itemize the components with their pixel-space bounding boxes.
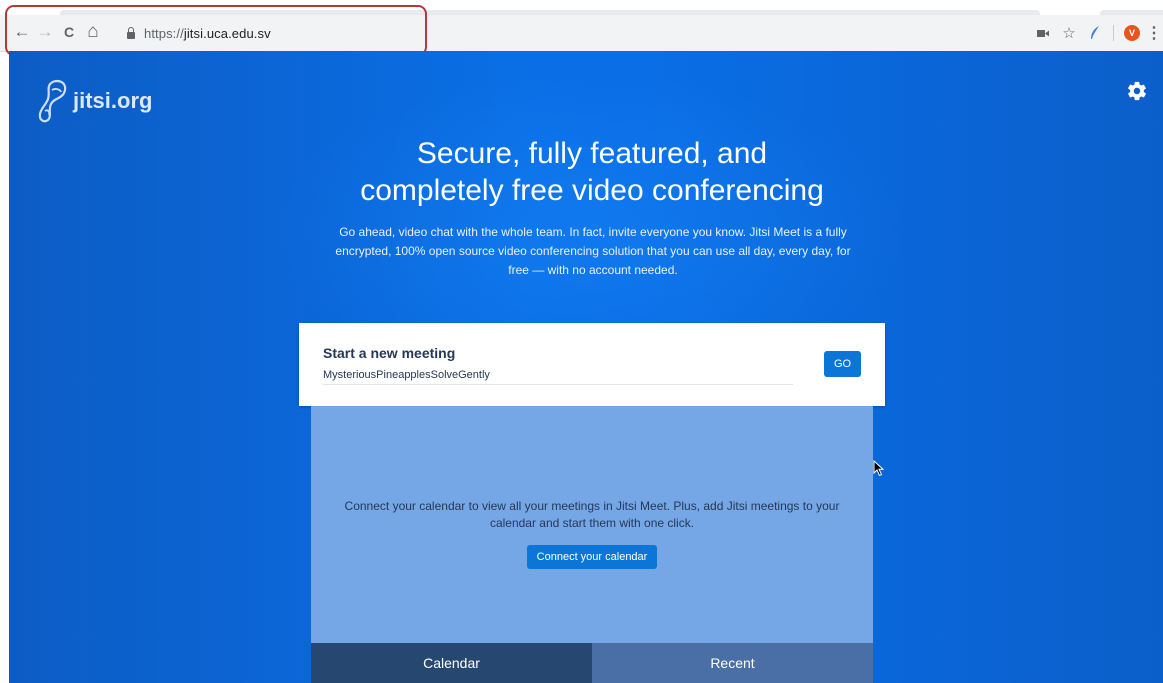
profile-initial: V — [1124, 25, 1140, 41]
jitsi-page: jitsi.org Secure, fully featured, and co… — [9, 51, 1163, 683]
browser-tabstrip — [0, 0, 1163, 15]
jitsi-logo-icon — [38, 79, 67, 123]
calendar-message: Connect your calendar to view all your m… — [344, 499, 840, 530]
lock-icon[interactable] — [126, 27, 136, 39]
calendar-panel: Connect your calendar to view all your m… — [311, 406, 873, 643]
reload-icon[interactable]: C — [58, 21, 80, 43]
back-icon[interactable]: ← — [11, 21, 33, 43]
tab-recent[interactable]: Recent — [592, 643, 873, 683]
extension-feather-icon[interactable] — [1082, 20, 1108, 46]
headline-line-1: Secure, fully featured, and — [416, 137, 768, 170]
address-bar[interactable]: https://jitsi.uca.edu.sv — [112, 19, 1037, 47]
hero-subtext: Go ahead, video chat with the whole team… — [335, 225, 851, 277]
url-host: jitsi.uca.edu.sv — [183, 25, 271, 41]
toolbar-right-icons: ☆ V ⋮ — [1030, 15, 1163, 51]
logo-text: jitsi.org — [73, 88, 153, 113]
profile-avatar[interactable]: V — [1119, 20, 1145, 46]
jitsi-logo[interactable]: jitsi.org — [37, 78, 152, 124]
camera-icon[interactable] — [1030, 20, 1056, 46]
headline-line-2: completely free video conferencing — [360, 174, 824, 207]
go-button[interactable]: GO — [824, 351, 861, 377]
star-icon[interactable]: ☆ — [1056, 20, 1082, 46]
menu-icon[interactable]: ⋮ — [1145, 20, 1163, 46]
toolbar-separator — [1113, 25, 1114, 41]
forward-icon[interactable]: → — [34, 21, 56, 43]
meeting-tabs: Calendar Recent — [311, 643, 873, 683]
connect-calendar-button[interactable]: Connect your calendar — [527, 545, 657, 569]
start-meeting-title: Start a new meeting — [323, 345, 456, 361]
settings-gear-icon[interactable] — [1126, 80, 1148, 102]
room-name-input[interactable] — [323, 366, 793, 385]
url-scheme: https:// — [144, 25, 184, 41]
start-meeting-card: Start a new meeting GO — [299, 323, 885, 406]
hero-headline: Secure, fully featured, and completely f… — [209, 135, 975, 209]
mouse-cursor-icon — [873, 459, 885, 482]
browser-toolbar: ← → C ⌂ https://jitsi.uca.edu.sv ☆ V ⋮ — [0, 15, 1163, 52]
tab-calendar[interactable]: Calendar — [311, 643, 592, 683]
url-text[interactable]: https://jitsi.uca.edu.sv — [144, 26, 271, 41]
home-icon[interactable]: ⌂ — [82, 21, 104, 43]
